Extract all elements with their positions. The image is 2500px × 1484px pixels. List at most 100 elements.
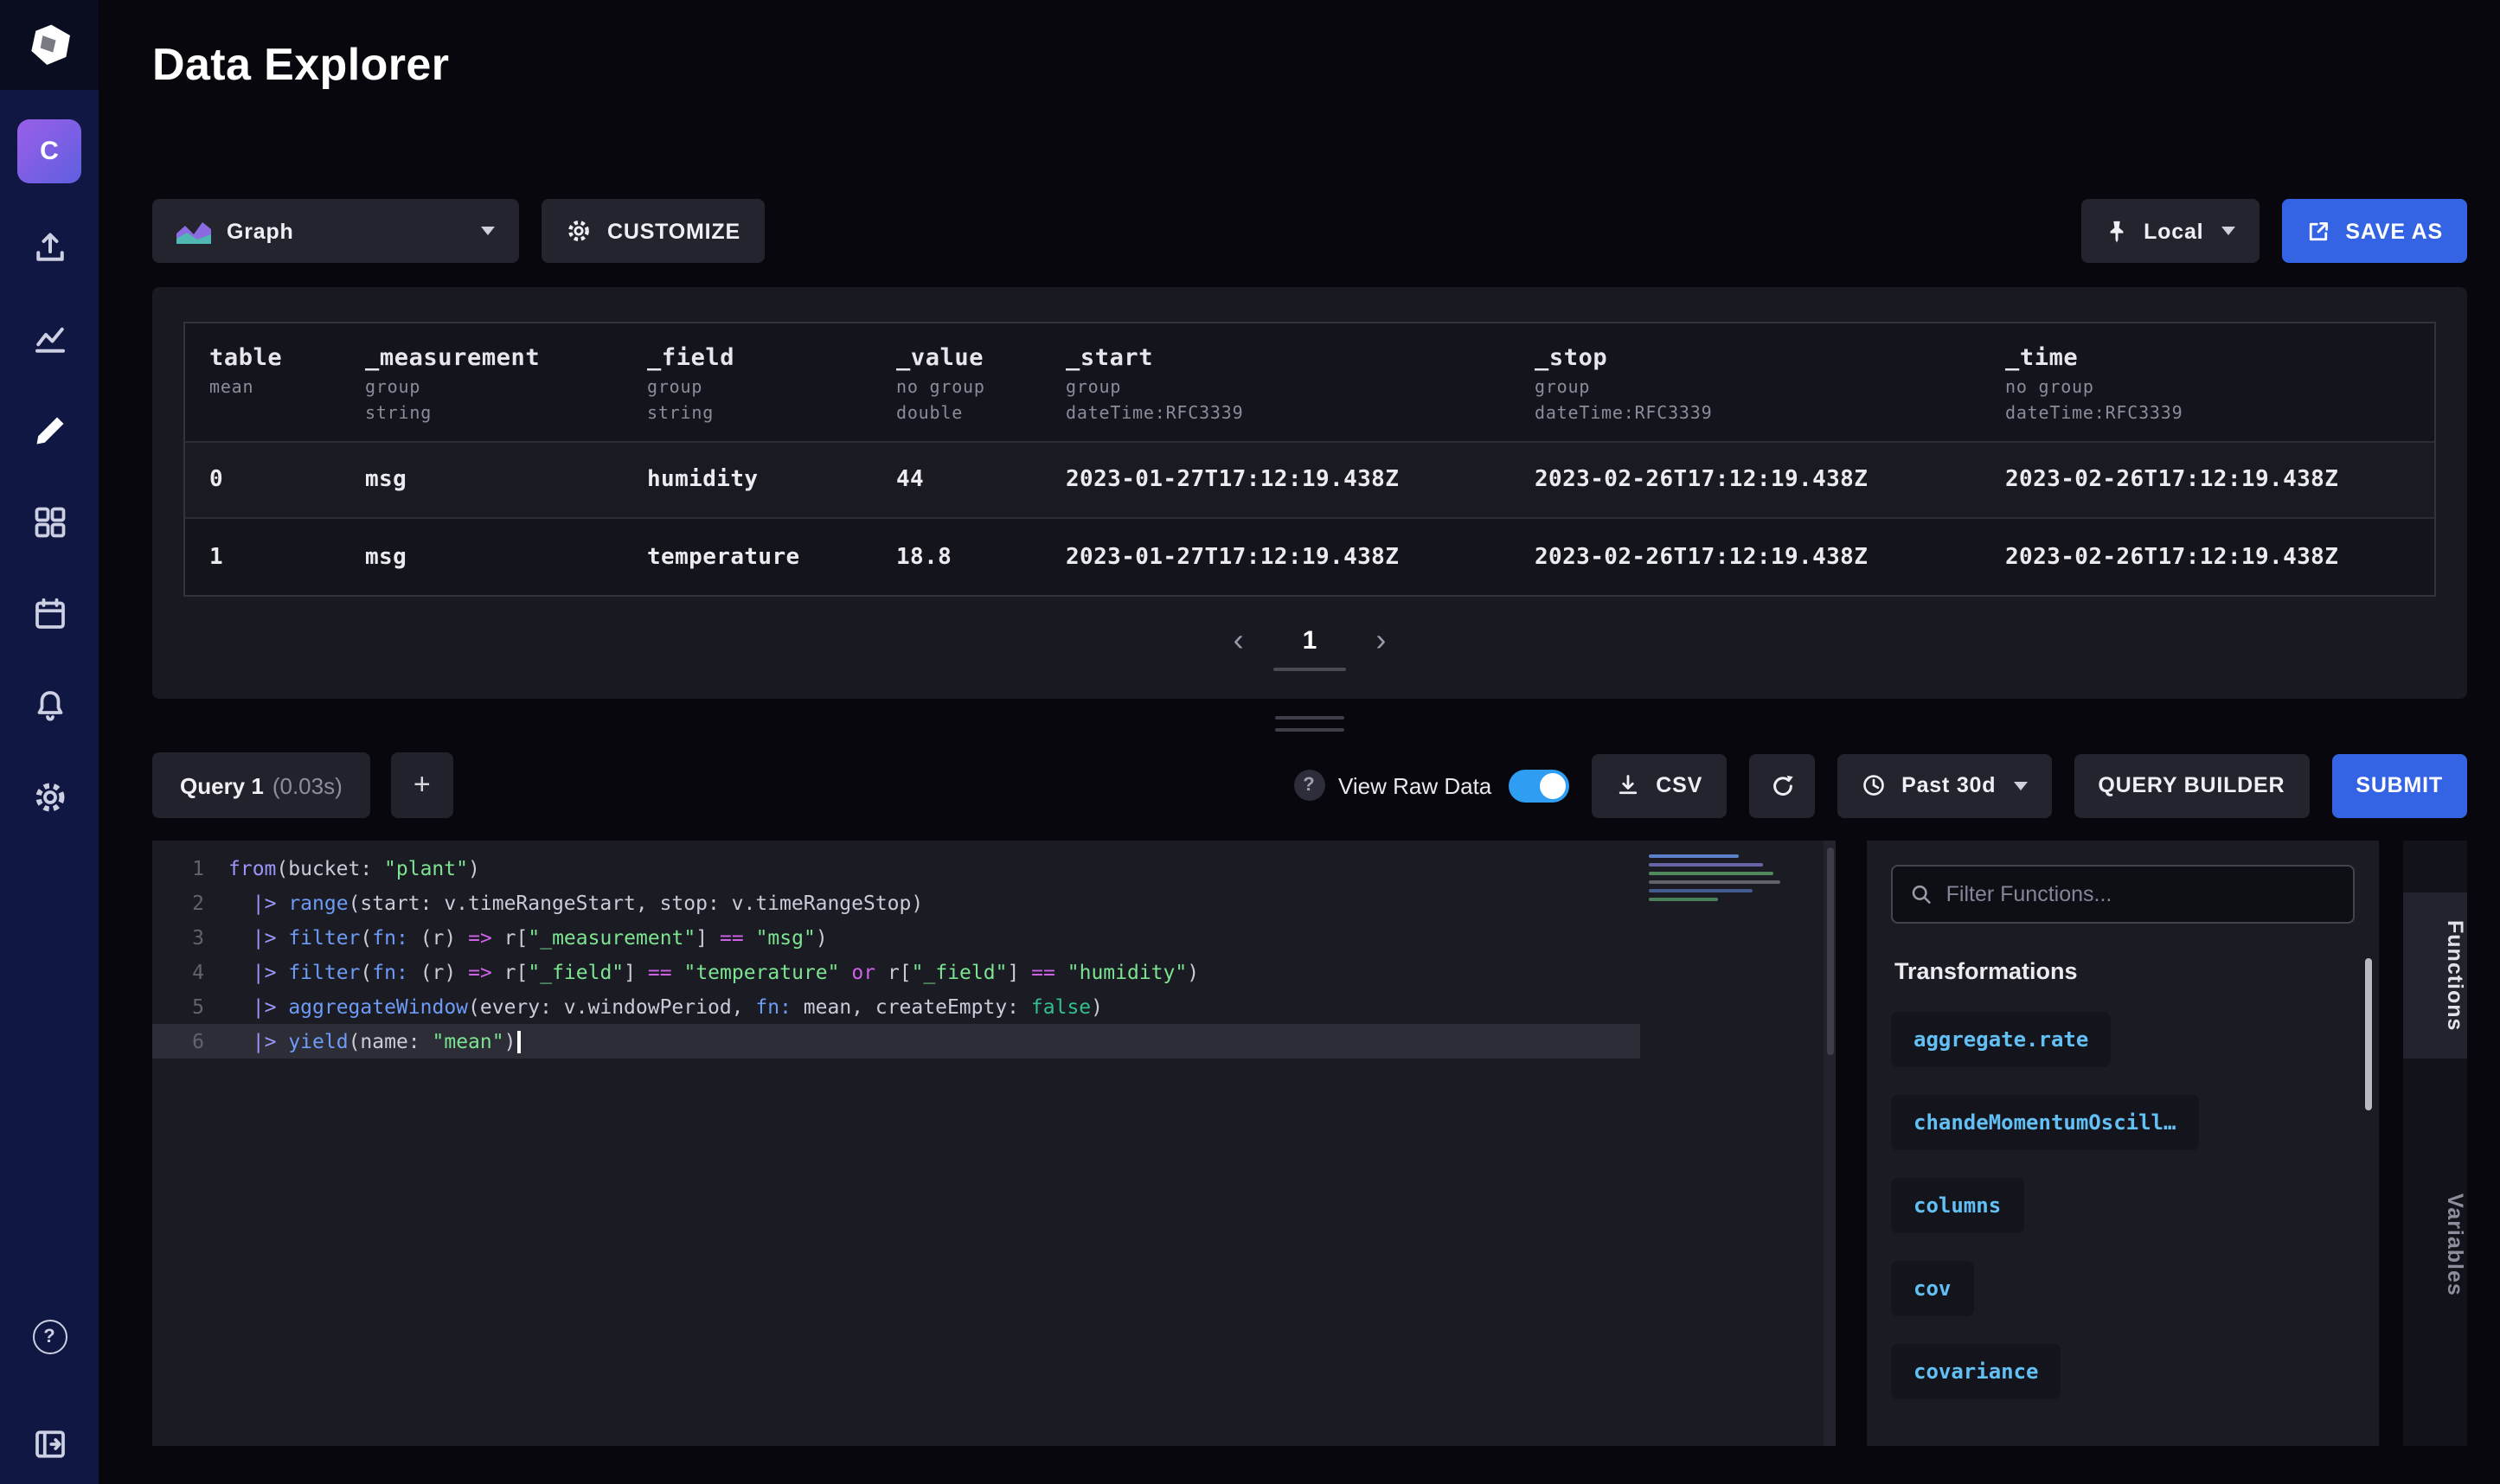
editor-minimap[interactable] [1649, 854, 1784, 906]
pagination-underline [1273, 668, 1346, 671]
table-cell: msg [341, 544, 623, 570]
download-icon [1616, 773, 1640, 797]
data-explorer-pencil-icon[interactable] [30, 412, 68, 450]
pagination: ‹ 1 › [183, 624, 2436, 656]
query-tab-label: Query 1 [180, 772, 264, 798]
line-number: 1 [152, 851, 228, 886]
function-search-box[interactable] [1891, 865, 2355, 924]
code-line[interactable]: 6 |> yield(name: "mean") [152, 1024, 1640, 1059]
org-avatar[interactable]: C [17, 119, 81, 183]
toggle-knob [1540, 772, 1566, 798]
view-type-dropdown[interactable]: Graph [152, 199, 519, 263]
chevron-down-icon [481, 227, 495, 235]
time-range-label: Past 30d [1901, 773, 1996, 797]
table-cell: 2023-02-26T17:12:19.438Z [1510, 467, 1981, 493]
editor-row: 1from(bucket: "plant")2 |> range(start: … [152, 841, 2467, 1446]
raw-table-body: 0msghumidity442023-01-27T17:12:19.438Z20… [185, 443, 2434, 595]
table-cell: 44 [872, 467, 1042, 493]
influxdb-logo[interactable] [0, 0, 99, 90]
code-line[interactable]: 3 |> filter(fn: (r) => r["_measurement"]… [152, 920, 1836, 955]
graphs-icon[interactable] [30, 320, 68, 358]
sidebar-bottom-icons: ? [30, 1318, 68, 1463]
chevron-down-icon [2013, 781, 2027, 790]
upload-icon[interactable] [30, 228, 68, 266]
table-cell: 2023-02-26T17:12:19.438Z [1981, 467, 2434, 493]
submit-button[interactable]: SUBMIT [2331, 753, 2467, 817]
panel-resize-handle[interactable] [1275, 716, 1344, 732]
function-item[interactable]: columns [1891, 1178, 2023, 1233]
raw-data-help-icon[interactable]: ? [1293, 770, 1324, 801]
current-page-number: 1 [1303, 625, 1317, 655]
search-icon [1910, 882, 1933, 906]
raw-data-table: tablemean_measurementgroupstring_fieldgr… [183, 322, 2436, 597]
table-cell: 2023-02-26T17:12:19.438Z [1510, 544, 1981, 570]
column-header: _valueno groupdouble [872, 344, 1042, 424]
table-row: 0msghumidity442023-01-27T17:12:19.438Z20… [185, 443, 2434, 519]
csv-label: CSV [1656, 773, 1702, 797]
functions-panel: Transformations aggregate.ratechandeMome… [1867, 841, 2379, 1446]
customize-button[interactable]: CUSTOMIZE [542, 199, 765, 263]
table-cell: 2023-01-27T17:12:19.438Z [1042, 544, 1510, 570]
page-title: Data Explorer [152, 38, 2467, 92]
graph-type-icon [176, 219, 211, 243]
table-cell: humidity [623, 467, 872, 493]
settings-gear-icon[interactable] [30, 778, 68, 816]
side-tabs: Functions Variables [2403, 841, 2467, 1446]
save-as-label: SAVE AS [2345, 219, 2443, 243]
functions-list: aggregate.rate chandeMomentumOscill… colum… [1891, 1012, 2355, 1399]
function-item[interactable]: covariance [1891, 1344, 2061, 1399]
editor-scrollbar[interactable] [1824, 841, 1836, 1446]
line-number: 2 [152, 886, 228, 920]
function-item[interactable]: chandeMomentumOscill… [1891, 1095, 2198, 1150]
column-header: tablemean [185, 344, 341, 424]
query-builder-button[interactable]: QUERY BUILDER [2074, 753, 2309, 817]
flux-code-editor[interactable]: 1from(bucket: "plant")2 |> range(start: … [152, 841, 1836, 1446]
export-icon [2305, 219, 2330, 243]
function-item[interactable]: aggregate.rate [1891, 1012, 2111, 1067]
editor-scrollbar-thumb[interactable] [1826, 848, 1833, 1055]
table-cell: temperature [623, 544, 872, 570]
help-icon[interactable]: ? [30, 1318, 68, 1356]
refresh-button[interactable] [1749, 753, 1815, 817]
query-builder-label: QUERY BUILDER [2098, 773, 2285, 797]
function-search-input[interactable] [1946, 882, 2336, 906]
add-query-button[interactable]: + [391, 752, 453, 818]
view-toolbar-right: Local SAVE AS [2081, 199, 2467, 263]
line-number: 6 [152, 1024, 228, 1059]
view-toolbar: Graph CUSTOMIZE [152, 199, 2467, 263]
function-item[interactable]: cov [1891, 1261, 1973, 1316]
table-cell: 0 [185, 467, 341, 493]
code-lines: 1from(bucket: "plant")2 |> range(start: … [152, 851, 1836, 1059]
query-tab[interactable]: Query 1 (0.03s) [152, 752, 370, 818]
dashboards-grid-icon[interactable] [30, 503, 68, 541]
query-duration: (0.03s) [272, 772, 343, 798]
column-header: _timeno groupdateTime:RFC3339 [1981, 344, 2434, 424]
code-line[interactable]: 5 |> aggregateWindow(every: v.windowPeri… [152, 989, 1836, 1024]
code-line[interactable]: 2 |> range(start: v.timeRangeStart, stop… [152, 886, 1836, 920]
tasks-calendar-icon[interactable] [30, 595, 68, 633]
column-header: _stopgroupdateTime:RFC3339 [1510, 344, 1981, 424]
side-tab-functions[interactable]: Functions [2403, 892, 2467, 1059]
side-tab-variables[interactable]: Variables [2403, 1166, 2467, 1324]
next-page-button[interactable]: › [1375, 624, 1386, 656]
alerts-bell-icon[interactable] [30, 687, 68, 725]
save-location-dropdown[interactable]: Local [2081, 199, 2259, 263]
table-cell: 2023-02-26T17:12:19.438Z [1981, 544, 2434, 570]
csv-download-button[interactable]: CSV [1592, 753, 1727, 817]
save-location-label: Local [2144, 219, 2203, 243]
table-cell: 1 [185, 544, 341, 570]
help-glyph: ? [32, 1320, 67, 1354]
raw-data-panel: tablemean_measurementgroupstring_fieldgr… [152, 287, 2467, 699]
expand-nav-icon[interactable] [30, 1425, 68, 1463]
time-range-dropdown[interactable]: Past 30d [1837, 753, 2051, 817]
prev-page-button[interactable]: ‹ [1234, 624, 1244, 656]
save-as-button[interactable]: SAVE AS [2281, 199, 2467, 263]
code-line[interactable]: 4 |> filter(fn: (r) => r["_field"] == "t… [152, 955, 1836, 989]
table-cell: msg [341, 467, 623, 493]
view-raw-data-toggle[interactable] [1509, 769, 1569, 802]
query-toolbar: Query 1 (0.03s) + ? View Raw Data CSV [152, 752, 2467, 818]
functions-scrollbar-thumb[interactable] [2365, 958, 2372, 1110]
nav-sidebar: C [0, 0, 99, 1484]
query-toolbar-right: ? View Raw Data CSV [1293, 753, 2467, 817]
code-line[interactable]: 1from(bucket: "plant") [152, 851, 1836, 886]
